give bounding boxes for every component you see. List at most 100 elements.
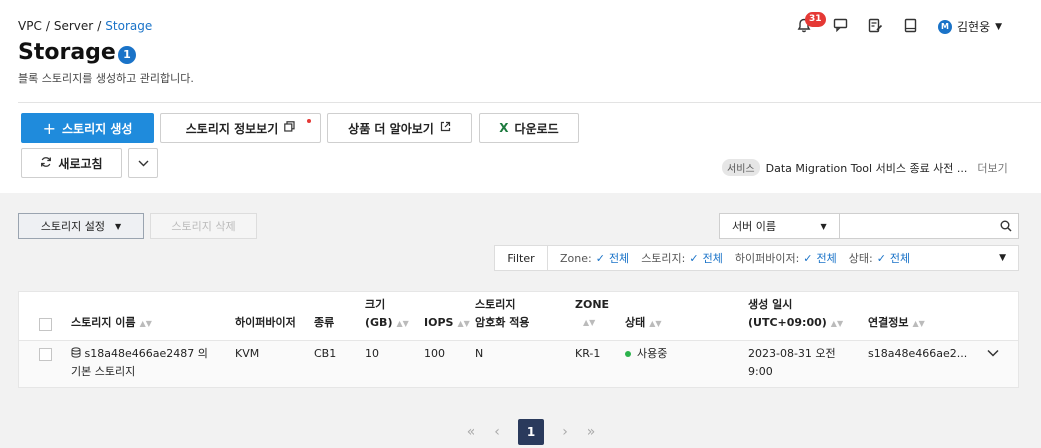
expand-row-chevron-icon[interactable] <box>987 345 999 363</box>
filter-zone[interactable]: Zone: ✓ 전체 <box>560 250 629 266</box>
page-title: Storage <box>18 40 116 65</box>
breadcrumb-separator: / <box>45 19 50 33</box>
storage-name-cell[interactable]: s18a48e466ae2487 의 기본 스토리지 <box>71 345 208 381</box>
delete-storage-label: 스토리지 삭제 <box>171 220 236 233</box>
filter-value: 전체 <box>816 252 837 265</box>
notice-tag: 서비스 <box>722 159 760 176</box>
refresh-icon <box>40 156 52 171</box>
refresh-button[interactable]: 새로고침 <box>21 148 122 178</box>
check-icon: ✓ <box>595 251 605 265</box>
avatar: M <box>938 19 952 34</box>
prev-page-icon[interactable]: ‹ <box>484 419 510 445</box>
header-name[interactable]: 스토리지 이름 ▲▼ <box>71 314 152 333</box>
search-bar: 서버 이름 ▼ <box>719 213 1019 239</box>
sort-icon: ▲▼ <box>830 319 844 328</box>
filter-storage[interactable]: 스토리지: ✓ 전체 <box>641 250 723 266</box>
storage-name-line: s18a48e466ae2487 의 <box>84 347 208 360</box>
status-label: 사용중 <box>637 347 668 360</box>
created-line: 2023-08-31 오전 <box>748 347 836 360</box>
last-page-icon[interactable]: » <box>578 419 604 445</box>
search-field-label: 서버 이름 <box>732 220 776 233</box>
create-storage-label: 스토리지 생성 <box>61 121 133 136</box>
header-hypervisor: 하이퍼바이저 <box>235 316 296 329</box>
external-link-icon <box>440 121 451 135</box>
created-cell: 2023-08-31 오전 9:00 <box>748 345 836 381</box>
download-button[interactable]: X 다운로드 <box>479 113 579 143</box>
user-menu[interactable]: M 김현웅 ▼ <box>938 18 1002 35</box>
filter-value: 전체 <box>702 252 723 265</box>
header-label: 스토리지 <box>475 298 516 311</box>
header-created[interactable]: 생성 일시 (UTC+09:00) ▲▼ <box>748 296 843 333</box>
new-indicator-dot <box>307 119 311 123</box>
breadcrumb-item-vpc[interactable]: VPC <box>18 19 42 33</box>
search-input[interactable] <box>839 214 994 238</box>
delete-storage-button: 스토리지 삭제 <box>150 213 257 239</box>
next-page-icon[interactable]: › <box>552 419 578 445</box>
copy-icon <box>284 121 295 135</box>
storage-info-label: 스토리지 정보보기 <box>185 121 279 136</box>
header-label: 상태 <box>625 316 646 329</box>
created-line: 9:00 <box>748 365 773 378</box>
breadcrumb-item-server[interactable]: Server <box>54 19 93 33</box>
connection-cell: s18a48e466ae2... <box>868 347 968 360</box>
filter-label[interactable]: Filter <box>495 246 548 270</box>
check-icon: ✓ <box>803 251 813 265</box>
caret-down-icon: ▼ <box>115 221 122 231</box>
note-edit-icon[interactable] <box>866 16 884 34</box>
header-divider <box>18 102 1041 103</box>
page-current[interactable]: 1 <box>518 419 544 445</box>
type-cell: CB1 <box>314 347 337 360</box>
encryption-cell: N <box>475 347 484 360</box>
filter-expand-icon[interactable]: ▼ <box>999 253 1006 263</box>
storage-info-button[interactable]: 스토리지 정보보기 <box>160 113 321 143</box>
header-encryption: 스토리지 암호화 적용 <box>475 296 529 332</box>
filter-bar: Filter Zone: ✓ 전체 스토리지: ✓ 전체 하이퍼바이저: ✓ 전… <box>494 245 1019 271</box>
header-size[interactable]: 크기 (GB) ▲▼ <box>365 296 409 333</box>
storage-settings-dropdown[interactable]: 스토리지 설정 ▼ <box>18 213 144 239</box>
excel-icon: X <box>499 121 509 135</box>
search-icon[interactable] <box>994 214 1018 238</box>
sort-icon: ▲▼ <box>139 319 152 328</box>
disk-icon <box>71 347 85 360</box>
header-type: 종류 <box>314 316 335 329</box>
header-iops[interactable]: IOPS ▲▼ <box>424 314 470 333</box>
create-storage-button[interactable]: + 스토리지 생성 <box>21 113 154 143</box>
sort-icon: ▲▼ <box>457 319 470 328</box>
header-zone[interactable]: ZONE ▲▼ <box>575 296 609 332</box>
select-all-checkbox[interactable] <box>39 318 52 331</box>
user-name: 김현웅 <box>957 20 991 34</box>
learn-more-label: 상품 더 알아보기 <box>348 121 434 136</box>
filter-key: 스토리지: <box>641 252 686 265</box>
notice-text[interactable]: Data Migration Tool 서비스 종료 사전 ... <box>766 160 968 176</box>
check-icon: ✓ <box>876 251 886 265</box>
count-badge: 1 <box>118 46 136 64</box>
header-connection[interactable]: 연결정보 ▲▼ <box>868 314 925 333</box>
hypervisor-cell: KVM <box>235 347 260 360</box>
service-notice[interactable]: 서비스 Data Migration Tool 서비스 종료 사전 ... 더보… <box>722 159 1008 176</box>
more-options-button[interactable] <box>128 148 158 178</box>
storage-name-line: 기본 스토리지 <box>71 365 136 378</box>
header-label: 생성 일시 <box>748 298 793 311</box>
notice-more-link[interactable]: 더보기 <box>977 160 1007 176</box>
storage-settings-label: 스토리지 설정 <box>40 220 106 233</box>
book-icon[interactable] <box>901 16 919 34</box>
filter-hypervisor[interactable]: 하이퍼바이저: ✓ 전체 <box>735 250 837 266</box>
header-status[interactable]: 상태 ▲▼ <box>625 314 662 333</box>
first-page-icon[interactable]: « <box>458 419 484 445</box>
search-field-select[interactable]: 서버 이름 ▼ <box>720 214 840 238</box>
size-cell: 10 <box>365 347 379 360</box>
iops-cell: 100 <box>424 347 445 360</box>
check-icon: ✓ <box>689 251 699 265</box>
header-label: ZONE <box>575 298 610 311</box>
storage-table: 스토리지 이름 ▲▼ 하이퍼바이저 종류 크기 (GB) ▲▼ IOPS ▲▼ 스토리… <box>18 291 1019 388</box>
learn-more-button[interactable]: 상품 더 알아보기 <box>327 113 472 143</box>
status-cell: 사용중 <box>625 345 667 363</box>
filter-value: 전체 <box>608 252 630 265</box>
filter-value: 전체 <box>889 252 911 265</box>
refresh-label: 새로고침 <box>58 156 103 171</box>
filter-status[interactable]: 상태: ✓ 전체 <box>849 250 910 266</box>
plus-icon: + <box>42 118 56 138</box>
header-label: IOPS <box>424 316 454 329</box>
chat-icon[interactable] <box>831 16 849 34</box>
row-checkbox[interactable] <box>39 348 52 361</box>
